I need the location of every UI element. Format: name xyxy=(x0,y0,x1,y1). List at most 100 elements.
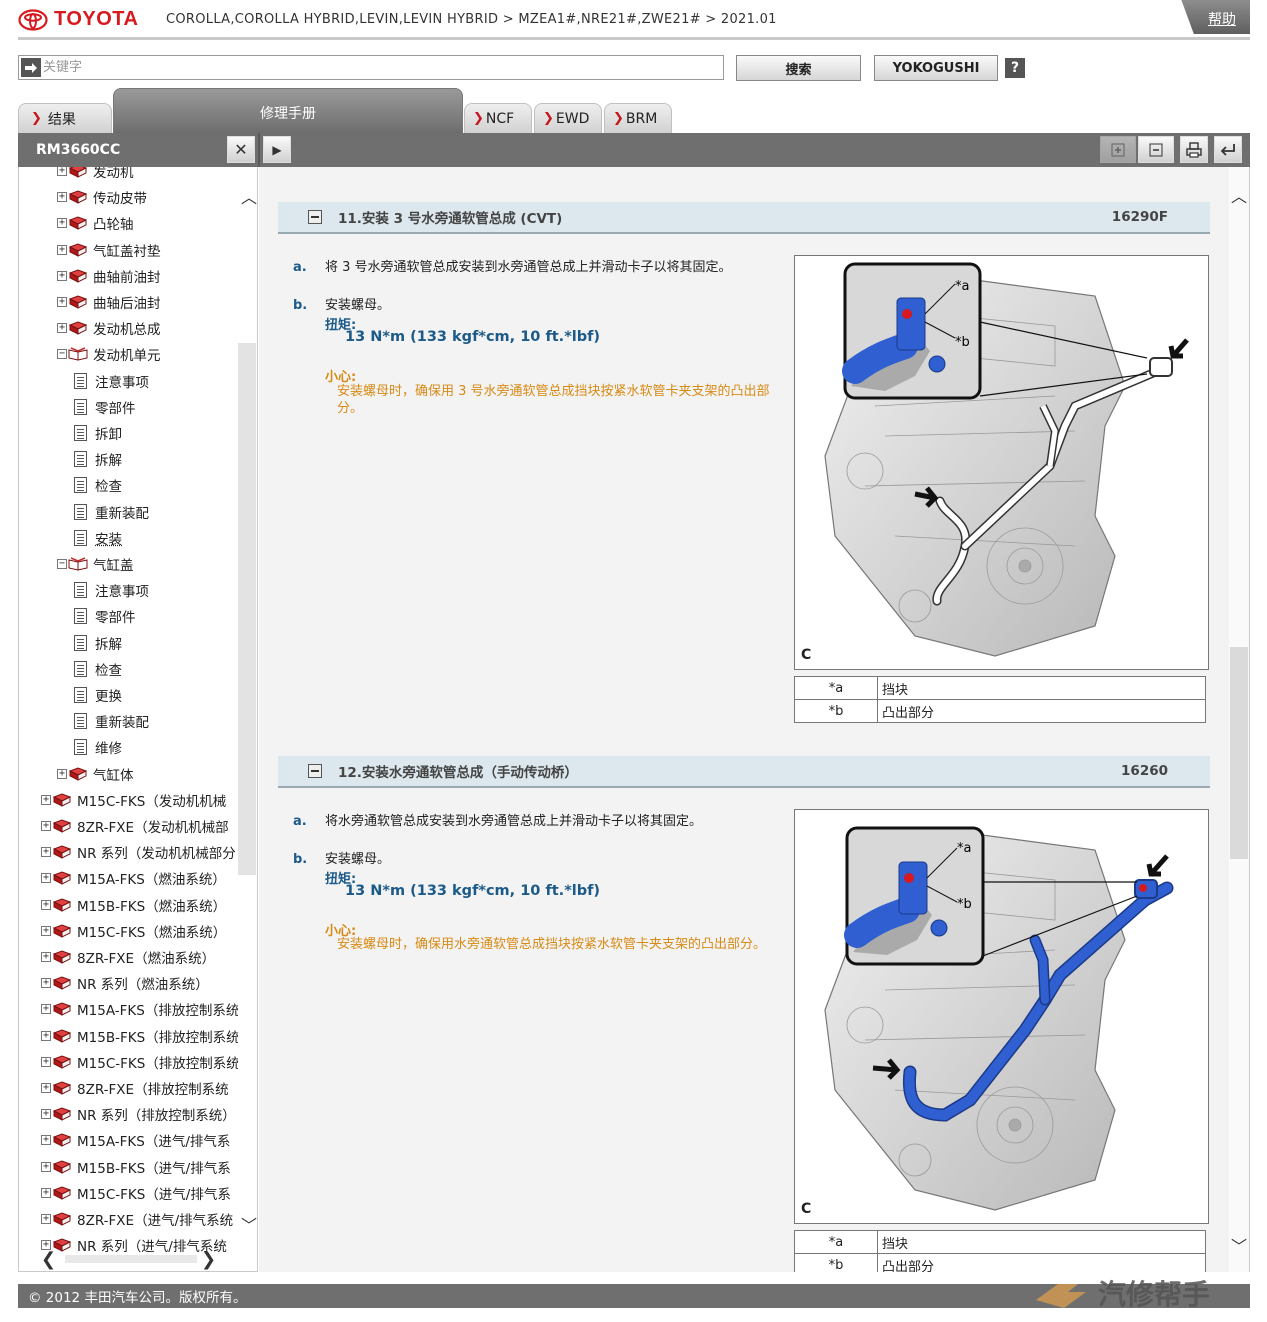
scroll-thumb[interactable] xyxy=(65,1255,197,1263)
arrow-right-icon[interactable] xyxy=(21,58,41,77)
tree-item[interactable]: 零部件 xyxy=(74,396,136,418)
tree-item[interactable]: + 发动机总成 xyxy=(57,317,161,339)
tree-item[interactable]: +8ZR-FXE（燃油系统） xyxy=(41,946,215,968)
help-icon[interactable]: ? xyxy=(1005,58,1025,78)
tree-item[interactable]: + M15C-FKS（燃油系统） xyxy=(41,920,226,942)
scroll-thumb[interactable] xyxy=(1230,647,1248,859)
tree-item[interactable]: 拆解 xyxy=(74,632,122,654)
scroll-thumb[interactable] xyxy=(238,343,256,875)
tree-item[interactable]: + M15A-FKS（进气/排气系 xyxy=(41,1129,230,1151)
tree-item[interactable]: 检查 xyxy=(74,658,122,680)
tree-item[interactable]: 拆卸 xyxy=(74,422,122,444)
tree-item[interactable]: + NR 系列（排放控制系统） xyxy=(41,1103,236,1125)
tree-item[interactable]: 零部件 xyxy=(74,605,136,627)
tree-item[interactable]: + NR 系列（燃油系统） xyxy=(41,972,209,994)
print-icon[interactable] xyxy=(1180,136,1208,163)
tree-item[interactable]: 安装 xyxy=(74,527,122,549)
close-icon[interactable]: ✕ xyxy=(227,136,255,163)
chevron-down-icon[interactable]: ﹀ xyxy=(1231,1233,1247,1257)
tree-item[interactable]: + M15B-FKS（进气/排气系 xyxy=(41,1156,231,1178)
help-link[interactable]: 帮助 xyxy=(1208,9,1236,29)
expand-plus-icon[interactable]: + xyxy=(41,1187,51,1198)
tree-item[interactable]: + 曲轴后油封 xyxy=(57,291,161,313)
tab-brm[interactable]: ❯ BRM xyxy=(604,103,672,133)
tree-item[interactable]: +8ZR-FXE（排放控制系统 xyxy=(41,1077,229,1099)
tree-item[interactable]: + M15B-FKS（排放控制系统 xyxy=(41,1025,240,1047)
tree-item[interactable]: + 传动皮带 xyxy=(57,186,147,208)
step-header[interactable]: 12.安装水旁通软管总成（手动传动桥） 16260 xyxy=(278,756,1210,788)
tree-item[interactable]: 重新装配 xyxy=(74,501,149,523)
yokogushi-button[interactable]: YOKOGUSHI xyxy=(874,55,998,81)
tree-item[interactable]: 注意事项 xyxy=(74,370,149,392)
collapse-all-icon[interactable] xyxy=(1138,136,1174,163)
content-vertical-scrollbar[interactable] xyxy=(1229,167,1249,1272)
expand-plus-icon[interactable]: + xyxy=(57,323,67,334)
expand-plus-icon[interactable]: + xyxy=(41,1135,51,1146)
expand-plus-icon[interactable]: + xyxy=(57,768,67,779)
tree-item[interactable]: + 凸轮轴 xyxy=(57,212,134,234)
tab-ewd[interactable]: ❯ EWD xyxy=(534,103,602,133)
expand-plus-icon[interactable]: + xyxy=(57,244,67,255)
tree-item[interactable]: 检查 xyxy=(74,474,122,496)
collapse-icon[interactable] xyxy=(308,764,322,778)
tree-item[interactable]: 重新装配 xyxy=(74,710,149,732)
tab-repair-manual[interactable]: 修理手册 xyxy=(113,88,463,133)
tree-item[interactable]: + M15A-FKS（排放控制系统 xyxy=(41,998,239,1020)
expand-plus-icon[interactable]: + xyxy=(41,873,51,884)
expand-plus-icon[interactable]: + xyxy=(41,847,51,858)
tree-item[interactable]: + 气缸盖衬垫 xyxy=(57,239,161,261)
search-button[interactable]: 搜索 xyxy=(736,55,861,81)
tree-item[interactable]: + M15B-FKS（燃油系统） xyxy=(41,894,226,916)
expand-plus-icon[interactable]: + xyxy=(41,821,51,831)
expand-plus-icon[interactable]: + xyxy=(41,978,51,989)
chevron-left-icon[interactable]: ❮ xyxy=(41,1249,56,1270)
expand-plus-icon[interactable]: + xyxy=(41,1109,51,1120)
tree-item[interactable]: + M15C-FKS（排放控制系统 xyxy=(41,1051,240,1073)
expand-plus-icon[interactable]: + xyxy=(41,1056,51,1067)
tree-item[interactable]: + NR 系列（发动机机械部分 xyxy=(41,841,236,863)
play-right-icon[interactable]: ▶ xyxy=(263,136,291,163)
chevron-up-icon[interactable]: ︿ xyxy=(1231,183,1247,207)
expand-plus-icon[interactable]: + xyxy=(57,167,67,176)
tree-item[interactable]: + 曲轴前油封 xyxy=(57,265,161,287)
expand-all-icon[interactable] xyxy=(1100,136,1136,163)
tree-item[interactable]: 注意事项 xyxy=(74,579,149,601)
collapse-minus-icon[interactable]: − xyxy=(57,349,67,360)
search-input[interactable] xyxy=(43,57,703,78)
tree-horizontal-scrollbar[interactable]: ❮ ❯ xyxy=(19,1247,239,1271)
chevron-down-icon[interactable]: ﹀ xyxy=(241,1212,257,1236)
tree-item[interactable]: 更换 xyxy=(74,684,122,706)
tree-item[interactable]: + 气缸体 xyxy=(57,763,134,785)
chevron-up-icon[interactable]: ︿ xyxy=(241,184,257,208)
expand-plus-icon[interactable]: + xyxy=(41,794,51,805)
tree-item[interactable]: − 气缸盖 xyxy=(57,553,134,575)
expand-plus-icon[interactable]: + xyxy=(41,952,51,962)
tree-item[interactable]: + M15A-FKS（燃油系统） xyxy=(41,867,226,889)
tree-vertical-scrollbar[interactable] xyxy=(238,167,257,1247)
tree-item[interactable]: + M15C-FKS（发动机机械 xyxy=(41,789,226,811)
tree-item[interactable]: +8ZR-FXE（进气/排气系统 xyxy=(41,1208,233,1230)
expand-plus-icon[interactable]: + xyxy=(41,925,51,936)
tree-item[interactable]: +8ZR-FXE（发动机机械部 xyxy=(41,815,229,837)
tab-ncf[interactable]: ❯ NCF xyxy=(464,103,532,133)
expand-plus-icon[interactable]: + xyxy=(41,899,51,910)
collapse-icon[interactable] xyxy=(308,210,322,224)
collapse-minus-icon[interactable]: − xyxy=(57,559,67,569)
expand-plus-icon[interactable]: + xyxy=(57,192,67,203)
tree-item[interactable]: 拆解 xyxy=(74,448,122,470)
chevron-right-icon[interactable]: ❯ xyxy=(201,1249,216,1270)
step-header[interactable]: 11.安装 3 号水旁通软管总成 (CVT) 16290F xyxy=(278,202,1210,234)
return-icon[interactable] xyxy=(1214,136,1242,163)
expand-plus-icon[interactable]: + xyxy=(41,1083,51,1093)
expand-plus-icon[interactable]: + xyxy=(57,297,67,307)
tree-item[interactable]: − 发动机单元 xyxy=(57,343,161,365)
expand-plus-icon[interactable]: + xyxy=(41,1004,51,1015)
expand-plus-icon[interactable]: + xyxy=(41,1030,51,1041)
expand-plus-icon[interactable]: + xyxy=(41,1161,51,1172)
tree-item[interactable]: + M15C-FKS（进气/排气系 xyxy=(41,1182,231,1204)
expand-plus-icon[interactable]: + xyxy=(57,218,67,229)
tree-item[interactable]: 维修 xyxy=(74,736,122,758)
expand-plus-icon[interactable]: + xyxy=(41,1214,51,1224)
expand-plus-icon[interactable]: + xyxy=(57,270,67,281)
tree-item[interactable]: + 发动机 xyxy=(57,167,134,182)
